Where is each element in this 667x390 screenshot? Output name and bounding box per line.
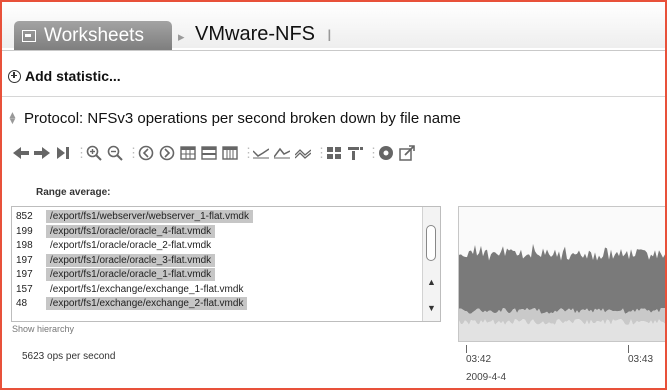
add-statistic-label: Add statistic... [25, 68, 121, 84]
forward-icon[interactable] [33, 144, 51, 162]
statistic-title: Protocol: NFSv3 operations per second br… [24, 110, 461, 127]
file-path: /export/fs1/webserver/webserver_1-flat.v… [46, 210, 253, 223]
breadcrumb: Worksheets ▸ VMware-NFS I [2, 2, 665, 51]
worksheets-tab[interactable]: Worksheets [14, 21, 172, 51]
clock-forward-icon[interactable] [158, 144, 176, 162]
ops-value: 197 [12, 253, 46, 267]
list-item[interactable]: 852/export/fs1/webserver/webserver_1-fla… [12, 210, 253, 223]
skip-end-icon[interactable] [54, 144, 72, 162]
range-average-label: Range average: [36, 187, 111, 198]
export-icon[interactable] [398, 144, 416, 162]
zoom-out-icon[interactable] [106, 144, 124, 162]
file-path: /export/fs1/oracle/oracle_2-flat.vmdk [50, 240, 212, 251]
color-wheel-icon[interactable] [377, 144, 395, 162]
file-path: /export/fs1/oracle/oracle_3-flat.vmdk [46, 253, 216, 267]
list-item[interactable]: 48/export/fs1/exchange/exchange_2-flat.v… [12, 297, 248, 310]
show-hierarchy-link[interactable]: Show hierarchy [12, 324, 74, 334]
list-scrollbar[interactable]: ▲ ▼ [422, 207, 440, 321]
stacked-area-chart[interactable] [458, 206, 665, 342]
statistic-toolbar: ⋮ ⋮ ⋮ ⋮ ⋮ [12, 142, 419, 164]
toolbar-separator: ⋮ [75, 145, 88, 160]
statistic-header[interactable]: ▲ ▼ Protocol: NFSv3 operations per second… [8, 110, 461, 127]
multi-line-icon[interactable] [294, 144, 312, 162]
text-cursor-icon: I [327, 26, 332, 45]
breadcrumb-separator-icon: ▸ [178, 29, 185, 44]
file-path: /export/fs1/exchange/exchange_1-flat.vmd… [50, 283, 244, 295]
file-path: /export/fs1/exchange/exchange_2-flat.vmd… [46, 297, 248, 310]
scrollbar-thumb[interactable] [426, 225, 436, 261]
zoom-in-icon[interactable] [85, 144, 103, 162]
file-breakdown-list[interactable]: 48/export/fs1/exchange/exchange_2-flat.v… [11, 206, 441, 322]
add-statistic-button[interactable]: Add statistic... [8, 68, 121, 84]
ops-value: 197 [12, 268, 46, 281]
list-item[interactable]: 197/export/fs1/oracle/oracle_3-flat.vmdk [12, 253, 216, 267]
drilldown-icon[interactable] [325, 144, 343, 162]
time-tick-label: 03:42 [466, 354, 492, 365]
chart-graphic [459, 243, 665, 341]
ops-value: 199 [12, 224, 46, 238]
divider [2, 96, 665, 97]
file-path: /export/fs1/oracle/oracle_1-flat.vmdk [46, 268, 216, 281]
worksheet-icon [22, 30, 36, 42]
scroll-down-icon[interactable]: ▼ [427, 303, 436, 313]
divider [2, 50, 665, 51]
table-icon[interactable] [179, 144, 197, 162]
ops-value: 852 [12, 210, 46, 223]
list-item[interactable]: 157/export/fs1/exchange/exchange_1-flat.… [12, 283, 247, 296]
time-tick-label: 03:43 [628, 354, 654, 365]
time-tick-date: 2009-4-4 [466, 372, 507, 383]
toolbar-separator: ⋮ [367, 145, 380, 160]
table-grid-icon[interactable] [221, 144, 239, 162]
file-path: /export/fs1/oracle/oracle_4-flat.vmdk [46, 224, 216, 238]
back-icon[interactable] [12, 144, 30, 162]
table-alt-icon[interactable] [200, 144, 218, 162]
worksheet-window: Worksheets ▸ VMware-NFS I Add statistic.… [0, 0, 667, 390]
peak-graph-icon[interactable] [273, 144, 291, 162]
list-item[interactable]: 198/export/fs1/oracle/oracle_2-flat.vmdk [12, 239, 215, 252]
list-item[interactable]: 199/export/fs1/oracle/oracle_4-flat.vmdk [12, 224, 216, 238]
worksheets-tab-label: Worksheets [44, 25, 144, 46]
ops-value: 198 [16, 240, 33, 251]
add-circle-icon [8, 69, 21, 83]
time-axis-tick [628, 345, 629, 353]
chart-area-dark [459, 243, 665, 314]
ops-per-second-total: 5623 ops per second [22, 351, 116, 362]
ops-value: 157 [16, 283, 33, 295]
reorder-arrows-icon[interactable]: ▲ ▼ [8, 110, 18, 126]
ops-value: 48 [12, 297, 46, 310]
toolbar-separator: ⋮ [315, 145, 328, 160]
time-axis-tick [466, 345, 467, 353]
toolbar-separator: ⋮ [242, 145, 255, 160]
toolbar-separator: ⋮ [127, 145, 140, 160]
clock-back-icon[interactable] [137, 144, 155, 162]
filter-icon[interactable] [346, 144, 364, 162]
scroll-up-icon[interactable]: ▲ [427, 277, 436, 287]
line-graph-icon[interactable] [252, 144, 270, 162]
list-item[interactable]: 197/export/fs1/oracle/oracle_1-flat.vmdk [12, 268, 216, 281]
worksheet-title[interactable]: VMware-NFS [195, 23, 315, 46]
